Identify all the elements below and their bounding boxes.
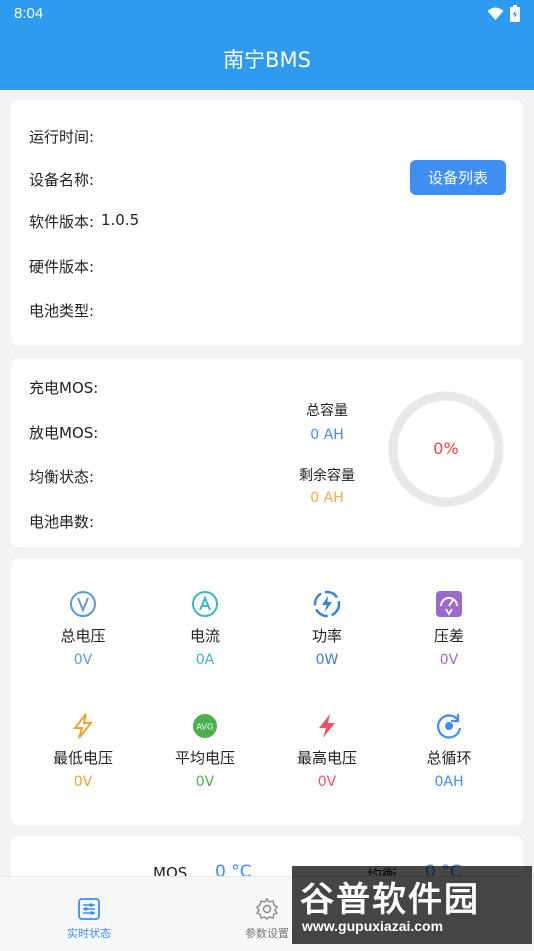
- metric-value: 0AH: [434, 774, 464, 790]
- software-version-label: 软件版本:: [29, 213, 95, 231]
- battery-type-label: 电池类型:: [29, 302, 95, 320]
- current-icon: [190, 589, 220, 619]
- metric-label: 最低电压: [52, 749, 113, 767]
- metric-label: 最高电压: [296, 749, 357, 767]
- voltage-icon: [68, 589, 98, 619]
- discharge-mos-label: 放电MOS:: [29, 424, 99, 442]
- avg-voltage-icon: AVG: [190, 711, 220, 741]
- device-info-card: 运行时间: 设备名称: 软件版本: 1.0.5 硬件版本: 电池类型: 设备列表: [11, 100, 523, 346]
- remaining-capacity-label: 剩余容量: [299, 468, 355, 484]
- metric-value: 0V: [195, 774, 215, 790]
- metric-value: 0V: [73, 774, 93, 790]
- watermark-url: www.gupuxiazai.com: [302, 918, 444, 934]
- metric-value: 0W: [315, 652, 339, 668]
- capacity-gauge: 0%: [386, 389, 506, 509]
- max-voltage-icon: [312, 711, 342, 741]
- gauge-percent: 0%: [433, 439, 459, 458]
- total-capacity-value: 0 AH: [310, 427, 344, 443]
- status-time: 8:04: [14, 5, 44, 22]
- total-capacity-label: 总容量: [306, 403, 348, 419]
- realtime-status-icon: [78, 898, 100, 920]
- runtime-label: 运行时间:: [29, 128, 95, 146]
- cycle-icon: [434, 711, 464, 741]
- settings-gear-icon: [255, 897, 279, 920]
- metric-label: 总电压: [60, 627, 106, 645]
- metric-value: 0V: [317, 774, 337, 790]
- hardware-version-label: 硬件版本:: [29, 258, 95, 276]
- app-bar: 南宁BMS: [0, 28, 534, 90]
- watermark: 谷普软件园 www.gupuxiazai.com: [292, 866, 532, 944]
- device-list-button[interactable]: 设备列表: [410, 160, 506, 195]
- capacity-card: 充电MOS: 放电MOS: 均衡状态: 电池串数: 总容量 0 AH 剩余容量 …: [11, 358, 523, 547]
- metric-voltage-diff[interactable]: 压差 0V: [389, 589, 509, 668]
- battery-icon: [510, 5, 520, 22]
- status-bar: 8:04: [0, 0, 534, 28]
- metric-power[interactable]: 功率 0W: [267, 589, 387, 668]
- remaining-capacity-value: 0 AH: [310, 490, 344, 506]
- battery-series-label: 电池串数:: [29, 513, 95, 531]
- metric-total-cycle[interactable]: 总循环 0AH: [389, 711, 509, 790]
- metric-label: 压差: [433, 627, 464, 645]
- tab-label: 实时状态: [67, 927, 111, 940]
- voltage-diff-icon: [434, 589, 464, 619]
- metric-label: 功率: [311, 627, 342, 645]
- charge-mos-label: 充电MOS:: [29, 379, 99, 397]
- min-voltage-icon: [68, 711, 98, 741]
- metric-value: 0A: [195, 652, 215, 668]
- metrics-card: 总电压 0V 电流 0A 功率 0W 压差 0V 最低电压 0V AVG 平均电…: [11, 558, 523, 825]
- metric-avg-voltage[interactable]: AVG 平均电压 0V: [145, 711, 265, 790]
- wifi-icon: [487, 7, 504, 20]
- metric-min-voltage[interactable]: 最低电压 0V: [23, 711, 143, 790]
- metric-label: 电流: [189, 627, 220, 645]
- metric-value: 0V: [73, 652, 93, 668]
- app-title: 南宁BMS: [223, 48, 311, 72]
- status-icons: [487, 5, 520, 22]
- watermark-title: 谷普软件园: [300, 880, 480, 920]
- metric-label: 总循环: [426, 749, 472, 767]
- device-name-label: 设备名称:: [29, 171, 95, 189]
- balance-status-label: 均衡状态:: [29, 468, 95, 486]
- metric-max-voltage[interactable]: 最高电压 0V: [267, 711, 387, 790]
- metric-value: 0V: [439, 652, 459, 668]
- tab-realtime-status[interactable]: 实时状态: [54, 897, 124, 941]
- software-version-value: 1.0.5: [101, 211, 140, 229]
- svg-text:AVG: AVG: [196, 722, 213, 732]
- power-icon: [312, 589, 342, 619]
- metric-label: 平均电压: [174, 749, 235, 767]
- metric-total-voltage[interactable]: 总电压 0V: [23, 589, 143, 668]
- metric-current[interactable]: 电流 0A: [145, 589, 265, 668]
